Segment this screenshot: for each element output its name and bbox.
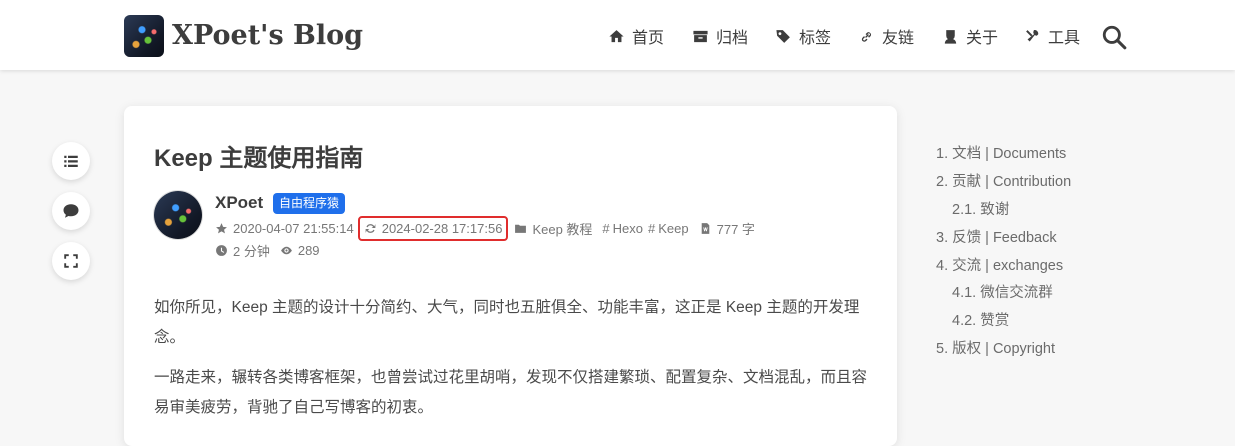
post-meta-row-2: 2 分钟 289 bbox=[215, 240, 330, 260]
post-title: Keep 主题使用指南 bbox=[154, 145, 364, 172]
read-time-text: 2 分钟 bbox=[233, 243, 270, 259]
paragraph-line: 易审美疲劳，背驰了自己写博客的初衷。 bbox=[154, 399, 434, 416]
link-icon bbox=[861, 31, 871, 42]
comment-button[interactable] bbox=[52, 192, 90, 230]
paragraph-line: 念。 bbox=[154, 329, 186, 346]
toc-toggle-button[interactable] bbox=[52, 142, 90, 180]
star-icon bbox=[216, 222, 227, 233]
nav-tags-label: 标签 bbox=[799, 30, 832, 47]
nav-links-label: 友链 bbox=[882, 30, 915, 47]
hash-icon: # bbox=[602, 220, 610, 236]
category-text: Keep 教程 bbox=[532, 221, 593, 237]
archive-icon bbox=[693, 30, 708, 42]
view-count-text: 289 bbox=[297, 242, 320, 258]
hash-icon: # bbox=[648, 220, 656, 236]
site-logo[interactable] bbox=[124, 15, 164, 57]
nav-home[interactable]: 首页 bbox=[608, 22, 664, 50]
created-date-text: 2020-04-07 21:55:14 bbox=[233, 220, 354, 236]
tag-text: Hexo bbox=[612, 220, 644, 236]
nav-home-label: 首页 bbox=[632, 30, 665, 47]
word-count-text: 777 字 bbox=[716, 221, 755, 237]
tag-link-hexo[interactable]: # Hexo bbox=[602, 221, 643, 236]
refresh-icon bbox=[365, 223, 376, 233]
nav-tools[interactable]: 工具 bbox=[1024, 22, 1080, 50]
clock-icon bbox=[216, 244, 227, 256]
article-paragraph: 一路走来，辗转各类博客框架，也曾尝试过花里胡哨，发现不仅搭建繁琐、配置复杂、文档… bbox=[154, 363, 874, 423]
author-avatar[interactable] bbox=[154, 191, 202, 239]
toc-item[interactable]: 4.2. 赞赏 bbox=[952, 309, 1009, 330]
tag-text: Keep bbox=[658, 220, 689, 236]
paragraph-line: 如你所见，Keep 主题的设计十分简约、大气，同时也五脏俱全、功能丰富，这正是 … bbox=[154, 299, 860, 316]
category-link[interactable]: Keep 教程 bbox=[514, 219, 592, 238]
nav-tags[interactable]: 标签 bbox=[775, 22, 831, 50]
read-time: 2 分钟 bbox=[215, 241, 270, 260]
author-badge: 自由程序猿 bbox=[273, 193, 346, 214]
nav-about[interactable]: 关于 bbox=[942, 22, 998, 50]
toc-list-icon bbox=[64, 155, 78, 167]
tag-link-keep[interactable]: # Keep bbox=[648, 221, 689, 236]
toc-item[interactable]: 3. 反馈 | Feedback bbox=[936, 226, 1057, 247]
fullscreen-button[interactable] bbox=[52, 242, 90, 280]
search-icon[interactable] bbox=[1101, 24, 1127, 50]
toc-item[interactable]: 2.1. 致谢 bbox=[952, 198, 1009, 219]
fullscreen-icon bbox=[64, 254, 78, 268]
file-word-icon bbox=[701, 222, 709, 234]
nav-archive[interactable]: 归档 bbox=[692, 22, 748, 50]
word-count: 777 字 bbox=[699, 219, 755, 238]
updated-date-text: 2024-02-28 17:17:56 bbox=[381, 220, 503, 236]
article-paragraph: 如你所见，Keep 主题的设计十分简约、大气，同时也五脏俱全、功能丰富，这正是 … bbox=[154, 293, 874, 353]
eye-icon bbox=[280, 246, 292, 254]
tags-icon bbox=[776, 29, 790, 43]
toc-item[interactable]: 1. 文档 | Documents bbox=[936, 142, 1066, 163]
tools-icon bbox=[1026, 29, 1039, 41]
paragraph-line: 一路走来，辗转各类博客框架，也曾尝试过花里胡哨，发现不仅搭建繁琐、配置复杂、文档… bbox=[154, 369, 868, 386]
home-icon bbox=[609, 29, 624, 42]
toc-item[interactable]: 2. 贡献 | Contribution bbox=[936, 170, 1071, 191]
folder-icon bbox=[515, 224, 527, 233]
toc-item[interactable]: 4.1. 微信交流群 bbox=[952, 281, 1053, 302]
nav-links[interactable]: 友链 bbox=[858, 22, 914, 50]
toc-item[interactable]: 4. 交流 | exchanges bbox=[936, 254, 1063, 275]
user-tie-icon bbox=[944, 29, 957, 44]
comment-icon bbox=[63, 204, 79, 218]
nav-about-label: 关于 bbox=[966, 30, 999, 47]
nav-archive-label: 归档 bbox=[716, 30, 749, 47]
author-name[interactable]: XPoet bbox=[215, 193, 263, 213]
nav-tools-label: 工具 bbox=[1048, 30, 1081, 47]
toc-item[interactable]: 5. 版权 | Copyright bbox=[936, 337, 1055, 358]
site-title[interactable]: XPoet's Blog bbox=[172, 16, 363, 56]
updated-date: 2024-02-28 17:17:56 bbox=[357, 215, 509, 241]
view-count: 289 bbox=[280, 243, 320, 258]
created-date: 2020-04-07 21:55:14 bbox=[215, 221, 354, 236]
post-meta-row: 2020-04-07 21:55:14 2024-02-28 17:17:56 … bbox=[215, 215, 765, 241]
